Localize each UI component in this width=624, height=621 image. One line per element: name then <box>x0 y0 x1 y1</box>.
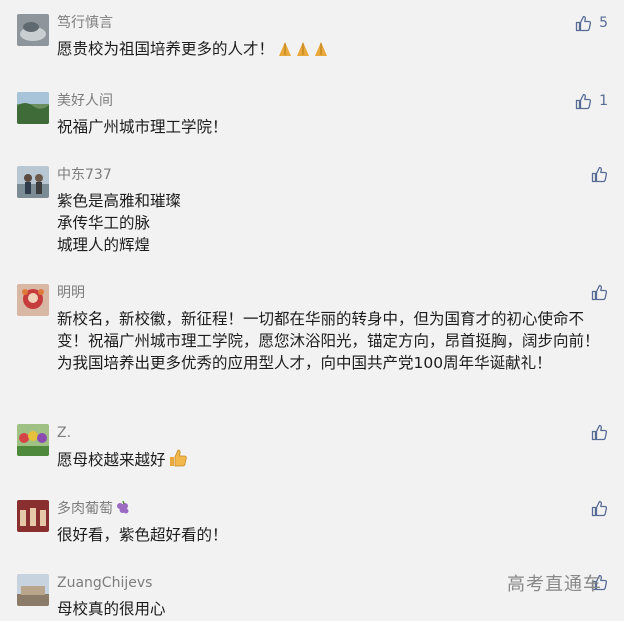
comment-text: 愿母校越来越好 <box>57 448 612 474</box>
comment-text: 新校名，新校徽，新征程！一切都在华丽的转身中，但为国育才的初心使命不变！祝福广州… <box>57 308 612 374</box>
avatar[interactable] <box>17 166 49 198</box>
pray-icon <box>276 39 330 63</box>
thumbs-up-icon <box>575 15 592 32</box>
commenter-name[interactable]: 美好人间 <box>57 92 113 110</box>
thumbs-up-icon <box>591 424 608 441</box>
comment-item: 多肉葡萄 很好看，紫色超好看的！ <box>0 500 624 550</box>
comment-line: 城理人的辉煌 <box>57 236 151 254</box>
comment-text: 母校真的很用心 <box>57 598 612 620</box>
like-count: 5 <box>599 15 608 31</box>
comment-line: 母校真的很用心 <box>57 600 166 618</box>
comment-line: 愿母校越来越好 <box>57 451 166 469</box>
thumbs-up-icon <box>575 93 592 110</box>
commenter-name[interactable]: 笃行慎言 <box>57 14 113 32</box>
like-button[interactable] <box>591 284 608 301</box>
comment-line: 新校名，新校徽，新征程！一切都在华丽的转身中，但为国育才的初心使命不变！祝福广州… <box>57 310 600 372</box>
comment-item: 明明 新校名，新校徽，新征程！一切都在华丽的转身中，但为国育才的初心使命不变！祝… <box>0 284 624 400</box>
grape-icon <box>115 500 131 521</box>
comment-text: 很好看，紫色超好看的！ <box>57 524 612 546</box>
like-button[interactable]: 1 <box>575 92 608 110</box>
thumbs-up-icon <box>591 284 608 301</box>
commenter-name[interactable]: 中东737 <box>57 166 112 184</box>
thumbs-up-emoji-icon <box>168 448 188 474</box>
comment-text: 祝福广州城市理工学院！ <box>57 116 612 138</box>
commenter-name-label: 多肉葡萄 <box>57 501 113 517</box>
comment-line: 承传华工的脉 <box>57 214 151 232</box>
avatar[interactable] <box>17 500 49 532</box>
comment-line: 很好看，紫色超好看的！ <box>57 526 228 544</box>
comment-item: 美好人间 祝福广州城市理工学院！ 1 <box>0 92 624 142</box>
like-button[interactable] <box>591 424 608 441</box>
comment-line: 紫色是高雅和璀璨 <box>57 192 182 210</box>
like-button[interactable] <box>591 166 608 183</box>
commenter-name[interactable]: 明明 <box>57 284 85 302</box>
comment-item: Z. 愿母校越来越好 <box>0 424 624 474</box>
comment-text: 愿贵校为祖国培养更多的人才！ <box>57 38 612 63</box>
comment-text: 紫色是高雅和璀璨 承传华工的脉 城理人的辉煌 <box>57 190 612 256</box>
thumbs-up-icon <box>591 500 608 517</box>
commenter-name[interactable]: ZuangChijevs <box>57 574 152 592</box>
avatar[interactable] <box>17 92 49 124</box>
like-button[interactable] <box>591 500 608 517</box>
comment-line: 愿贵校为祖国培养更多的人才！ <box>57 40 275 58</box>
watermark: 高考直通车 <box>507 574 602 595</box>
avatar[interactable] <box>17 574 49 606</box>
commenter-name[interactable]: 多肉葡萄 <box>57 500 131 521</box>
like-count: 1 <box>599 93 608 109</box>
comment-item: 中东737 紫色是高雅和璀璨 承传华工的脉 城理人的辉煌 <box>0 166 624 260</box>
avatar[interactable] <box>17 14 49 46</box>
thumbs-up-icon <box>591 166 608 183</box>
avatar[interactable] <box>17 284 49 316</box>
comment-line: 祝福广州城市理工学院！ <box>57 118 228 136</box>
comment-item: 笃行慎言 愿贵校为祖国培养更多的人才！ 5 <box>0 14 624 64</box>
commenter-name[interactable]: Z. <box>57 424 71 442</box>
avatar[interactable] <box>17 424 49 456</box>
like-button[interactable]: 5 <box>575 14 608 32</box>
